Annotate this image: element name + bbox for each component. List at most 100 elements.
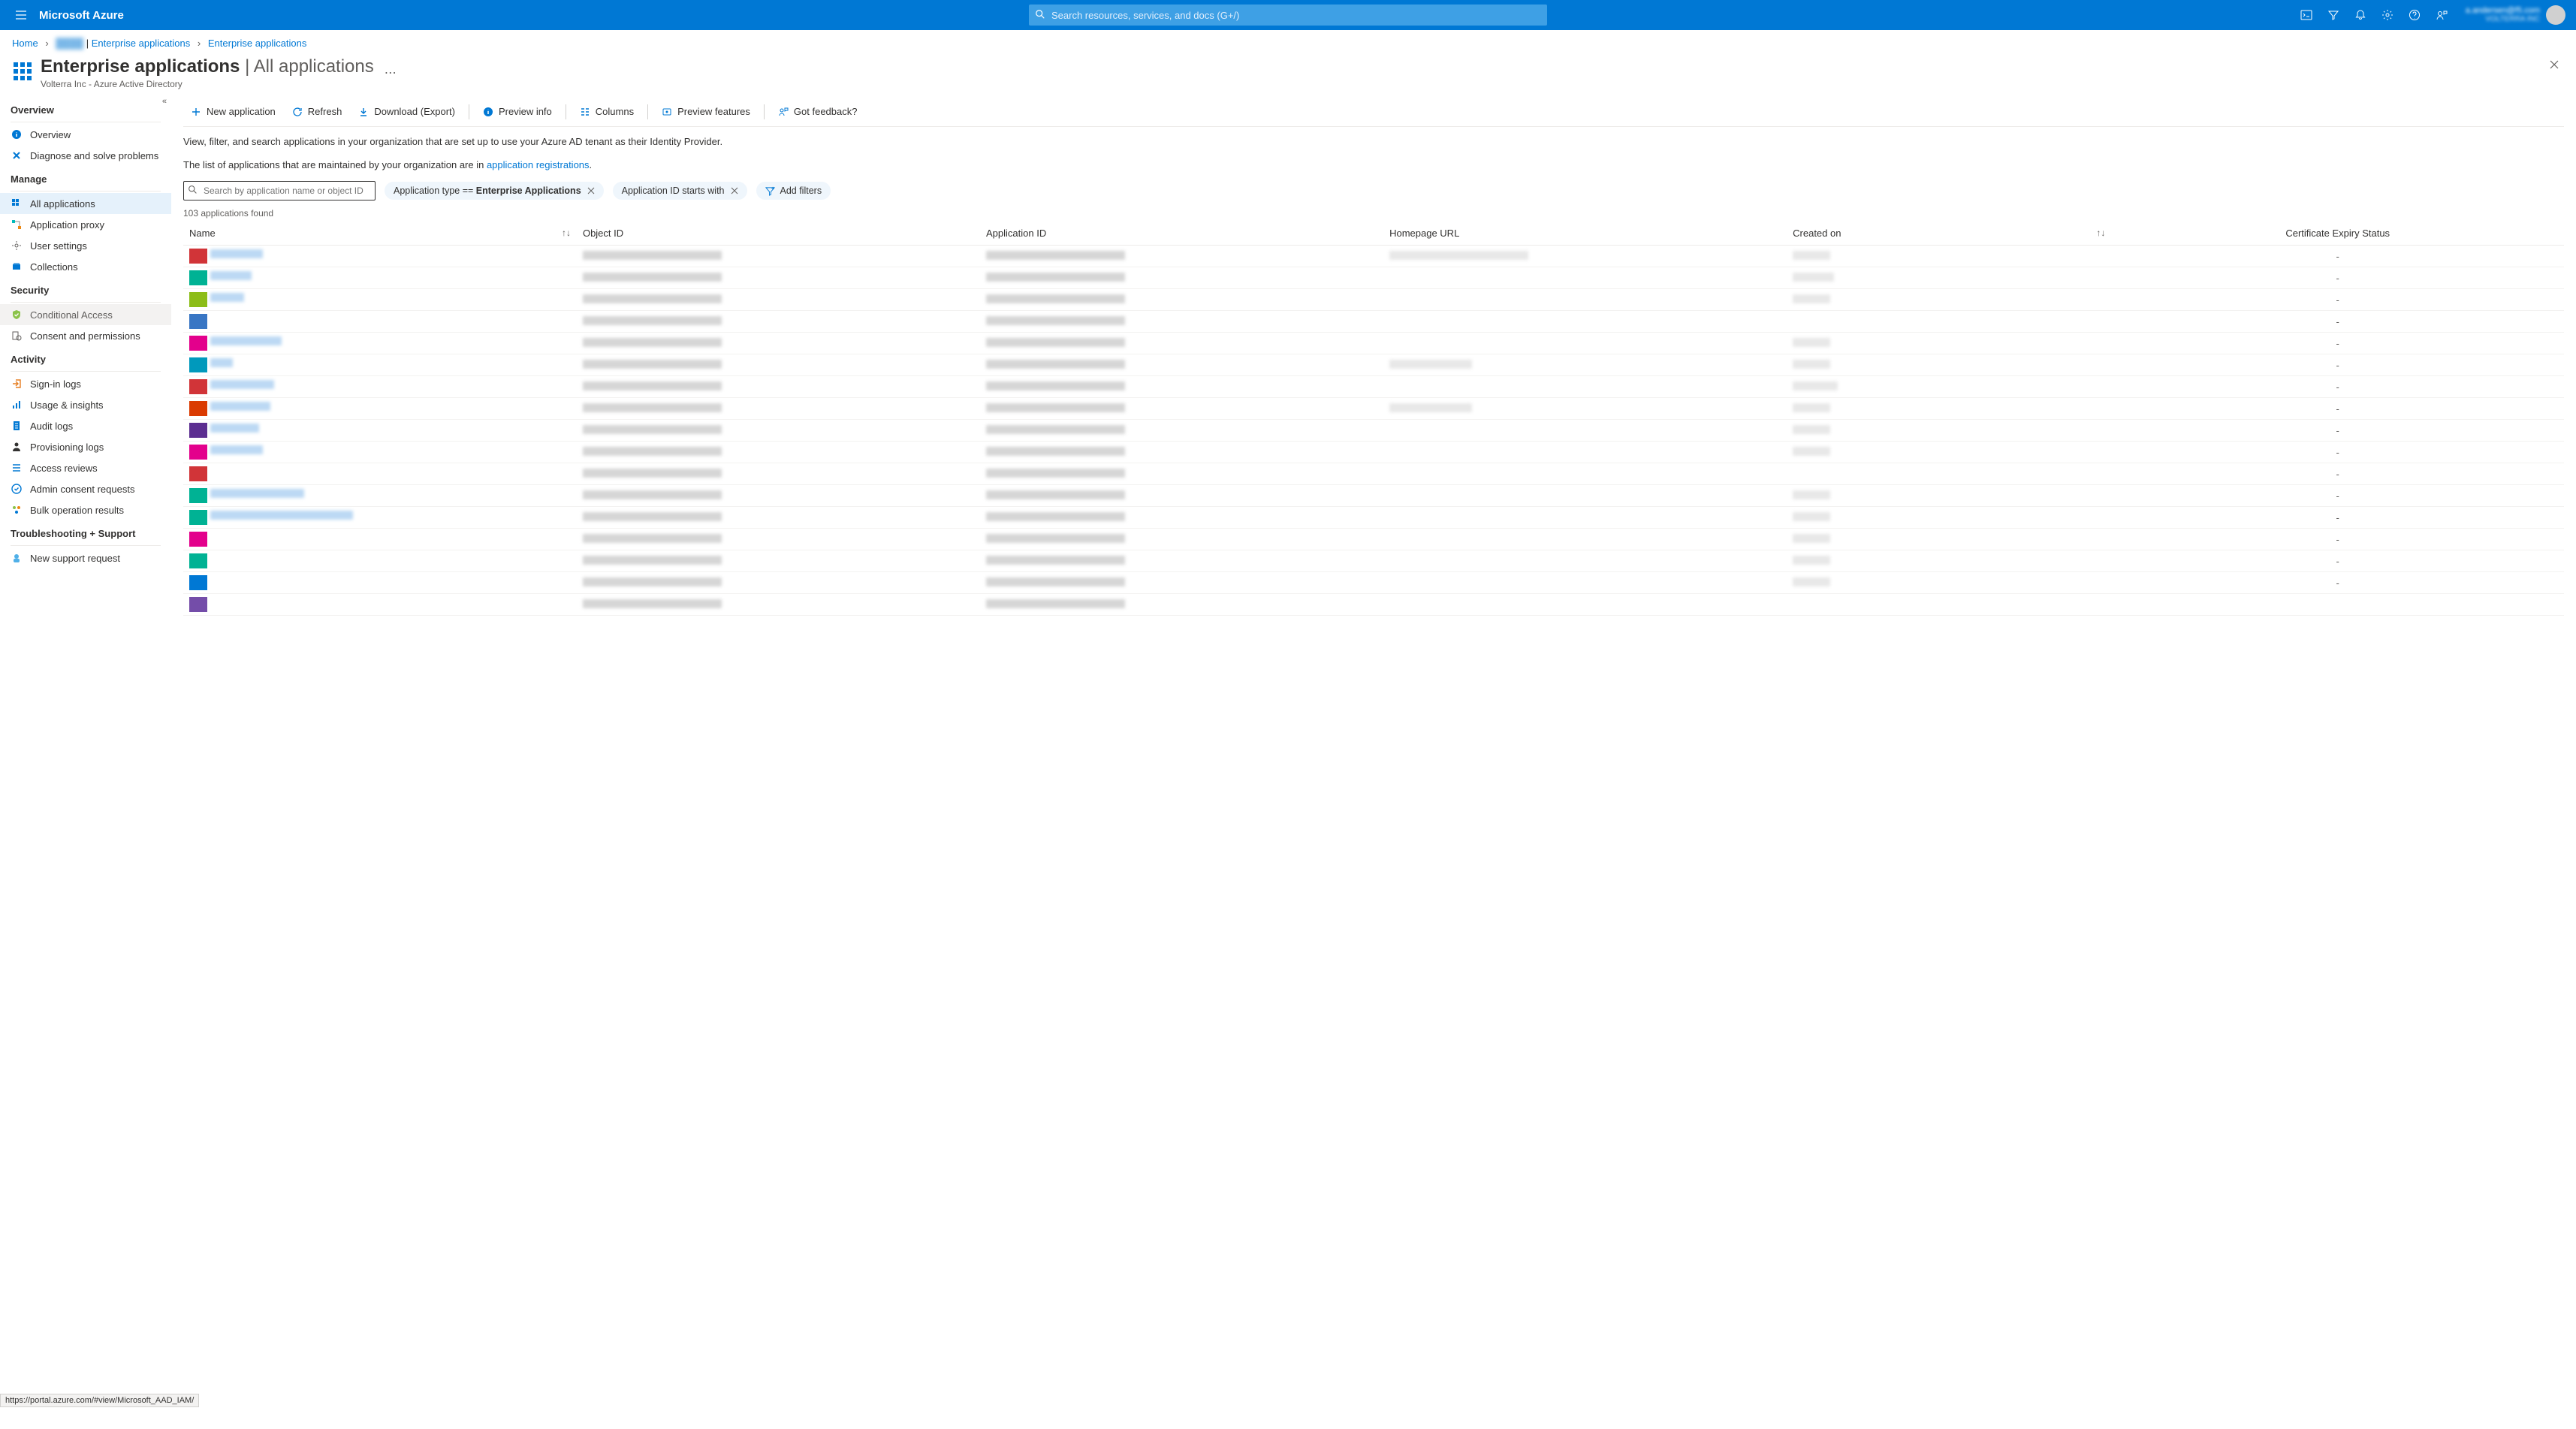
- description-line-2: The list of applications that are mainta…: [183, 150, 2564, 173]
- nav-collections[interactable]: Collections: [0, 256, 171, 277]
- nav-user-settings[interactable]: User settings: [0, 235, 171, 256]
- nav-signin-logs[interactable]: Sign-in logs: [0, 373, 171, 394]
- nav-overview[interactable]: Overview: [0, 124, 171, 145]
- close-blade-button[interactable]: [2549, 59, 2559, 70]
- remove-filter-button[interactable]: [587, 187, 595, 194]
- table-row[interactable]: -: [183, 420, 2564, 442]
- diagnose-icon: [11, 149, 23, 161]
- cmd-preview-features[interactable]: Preview features: [654, 103, 758, 120]
- nav-provisioning-logs[interactable]: Provisioning logs: [0, 436, 171, 457]
- app-icon: [189, 488, 207, 503]
- table-row[interactable]: -: [183, 398, 2564, 420]
- help-button[interactable]: [2403, 0, 2427, 30]
- redacted-app-id: [986, 294, 1125, 303]
- redacted-object-id: [583, 490, 722, 499]
- cert-status: -: [2111, 333, 2564, 354]
- blade-header: Enterprise applications | All applicatio…: [0, 53, 2576, 97]
- nav-conditional-access[interactable]: Conditional Access: [0, 304, 171, 325]
- close-icon: [587, 187, 595, 194]
- table-row[interactable]: -: [183, 246, 2564, 267]
- app-icon: [189, 249, 207, 264]
- table-row[interactable]: -: [183, 442, 2564, 463]
- notifications-button[interactable]: [2348, 0, 2372, 30]
- collapse-nav-button[interactable]: «: [162, 97, 167, 106]
- person-feedback-icon: [778, 107, 789, 117]
- nav-new-support[interactable]: New support request: [0, 547, 171, 568]
- nav-usage[interactable]: Usage & insights: [0, 394, 171, 415]
- app-registrations-link[interactable]: application registrations: [487, 159, 590, 170]
- col-created[interactable]: Created on↑↓: [1787, 223, 2111, 246]
- cert-status: -: [2111, 289, 2564, 311]
- cmd-refresh[interactable]: Refresh: [285, 103, 350, 120]
- cmd-download[interactable]: Download (Export): [351, 103, 463, 120]
- col-homepage[interactable]: Homepage URL: [1383, 223, 1787, 246]
- nav-app-proxy[interactable]: Application proxy: [0, 214, 171, 235]
- redacted-object-id: [583, 534, 722, 543]
- col-object-id[interactable]: Object ID: [577, 223, 980, 246]
- nav-audit-logs[interactable]: Audit logs: [0, 415, 171, 436]
- nav-access-reviews[interactable]: Access reviews: [0, 457, 171, 478]
- table-row[interactable]: -: [183, 311, 2564, 333]
- redacted-app-id: [986, 599, 1125, 608]
- account-org: VOLTERRA INC: [2466, 15, 2540, 24]
- nav-diagnose[interactable]: Diagnose and solve problems: [0, 145, 171, 166]
- cmd-columns[interactable]: Columns: [572, 103, 641, 120]
- cmd-preview-info[interactable]: Preview info: [475, 103, 560, 120]
- breadcrumb-enterprise-apps-2[interactable]: Enterprise applications: [208, 38, 307, 49]
- app-icon: [189, 510, 207, 525]
- table-row[interactable]: -: [183, 550, 2564, 572]
- nav-bulk-results[interactable]: Bulk operation results: [0, 499, 171, 520]
- nav-section-troubleshoot: Troubleshooting + Support: [0, 520, 171, 542]
- global-search-input[interactable]: [1029, 5, 1547, 26]
- cmd-feedback[interactable]: Got feedback?: [771, 103, 865, 120]
- page-title: Enterprise applications | All applicatio…: [41, 56, 374, 77]
- more-button[interactable]: ⋯: [385, 65, 397, 80]
- filter-pill-app-id[interactable]: Application ID starts with: [613, 182, 747, 200]
- table-row[interactable]: [183, 594, 2564, 616]
- settings-button[interactable]: [2375, 0, 2400, 30]
- person-icon: [11, 441, 23, 453]
- cloud-shell-button[interactable]: [2294, 0, 2318, 30]
- nav-admin-consent[interactable]: Admin consent requests: [0, 478, 171, 499]
- cmd-new-application[interactable]: New application: [183, 103, 283, 120]
- redacted-created: [1793, 577, 1830, 586]
- redacted-app-id: [986, 512, 1125, 521]
- brand-label[interactable]: Microsoft Azure: [36, 9, 133, 22]
- hamburger-menu[interactable]: [6, 9, 36, 21]
- table-row[interactable]: -: [183, 376, 2564, 398]
- col-app-id[interactable]: Application ID: [980, 223, 1383, 246]
- chevron-right-icon: ›: [193, 38, 205, 49]
- col-name[interactable]: Name↑↓: [183, 223, 577, 246]
- preview-icon: [662, 107, 672, 117]
- add-filters-button[interactable]: Add filters: [756, 182, 831, 200]
- table-row[interactable]: -: [183, 333, 2564, 354]
- nav-all-applications[interactable]: All applications: [0, 193, 171, 214]
- table-row[interactable]: -: [183, 485, 2564, 507]
- redacted-created: [1793, 534, 1830, 543]
- col-cert-expiry[interactable]: Certificate Expiry Status: [2111, 223, 2564, 246]
- table-row[interactable]: -: [183, 289, 2564, 311]
- feedback-button[interactable]: [2430, 0, 2454, 30]
- redacted-homepage: [1389, 403, 1472, 412]
- filter-pill-app-type[interactable]: Application type == Enterprise Applicati…: [385, 182, 604, 200]
- table-row[interactable]: -: [183, 463, 2564, 485]
- account-menu[interactable]: a.andersen@f5.com VOLTERRA INC: [2457, 5, 2570, 25]
- remove-filter-button[interactable]: [731, 187, 738, 194]
- table-row[interactable]: -: [183, 354, 2564, 376]
- refresh-icon: [292, 107, 303, 117]
- table-row[interactable]: -: [183, 267, 2564, 289]
- app-search-input[interactable]: [183, 181, 376, 200]
- nav-consent[interactable]: Consent and permissions: [0, 325, 171, 346]
- directories-button[interactable]: [2321, 0, 2345, 30]
- breadcrumb-home[interactable]: Home: [12, 38, 38, 49]
- table-row[interactable]: -: [183, 529, 2564, 550]
- breadcrumb-org[interactable]: ████: [56, 38, 83, 49]
- redacted-object-id: [583, 425, 722, 434]
- left-nav: « Overview Overview Diagnose and solve p…: [0, 97, 171, 1429]
- table-row[interactable]: -: [183, 572, 2564, 594]
- cert-status: -: [2111, 354, 2564, 376]
- table-row[interactable]: -: [183, 507, 2564, 529]
- gear-icon: [11, 240, 23, 252]
- breadcrumb-enterprise-apps[interactable]: Enterprise applications: [92, 38, 191, 49]
- divider: [11, 302, 161, 303]
